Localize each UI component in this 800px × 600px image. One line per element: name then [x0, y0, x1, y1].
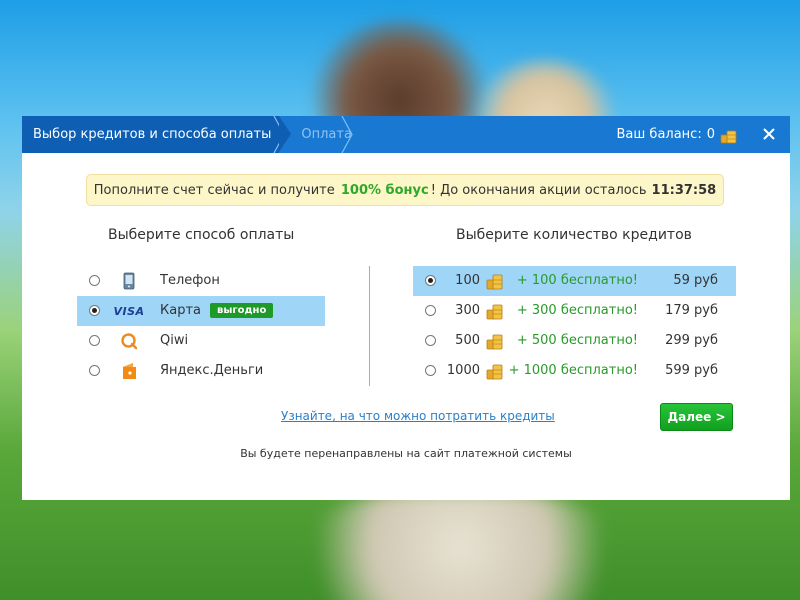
dialog-header: Выбор кредитов и способа оплаты Оплата В…: [22, 116, 790, 153]
coins-icon: [486, 304, 503, 320]
credit-bonus: + 100 бесплатно!: [516, 273, 638, 288]
credit-bonus: + 300 бесплатно!: [516, 303, 638, 318]
redirect-note: Вы будете перенаправлены на сайт платежн…: [240, 447, 572, 460]
payment-option-yandex-money[interactable]: Яндекс.Деньги: [77, 356, 325, 386]
payment-option-label: Карта: [160, 303, 201, 318]
background-photo-blur: [300, 490, 620, 600]
credit-price: 299 руб: [665, 333, 718, 348]
balance-value: 0: [706, 127, 715, 142]
payment-option-label: Qiwi: [160, 333, 189, 348]
promo-bonus: 100% бонус: [340, 182, 429, 198]
coins-icon: [486, 274, 503, 290]
balance-label: Ваш баланс:: [616, 127, 702, 142]
next-button[interactable]: Далее >: [660, 403, 733, 431]
credit-bonus: + 500 бесплатно!: [516, 333, 638, 348]
column-divider: [369, 266, 370, 386]
profitable-badge: выгодно: [210, 303, 274, 318]
credit-amount: 1000: [446, 363, 480, 378]
visa-brand-text: VISA: [113, 304, 145, 318]
coins-icon: [486, 364, 503, 380]
credit-price: 179 руб: [665, 303, 718, 318]
step-credits-and-payment: Выбор кредитов и способа оплаты: [22, 116, 292, 153]
credit-option[interactable]: 500 + 500 бесплатно! 299 руб: [413, 326, 736, 356]
payment-option-card[interactable]: VISA Карта выгодно: [77, 296, 325, 326]
credit-price: 599 руб: [665, 363, 718, 378]
step-active-label: Выбор кредитов и способа оплаты: [33, 127, 272, 142]
coins-icon: [720, 130, 737, 143]
radio-button[interactable]: [89, 305, 100, 316]
credit-amount: 300: [455, 303, 480, 318]
radio-button[interactable]: [89, 365, 100, 376]
credits-amount-title: Выберите количество кредитов: [456, 227, 692, 243]
close-icon[interactable]: [760, 125, 778, 143]
payment-dialog: Выбор кредитов и способа оплаты Оплата В…: [22, 116, 790, 500]
credit-amount: 100: [455, 273, 480, 288]
payment-option-label: Телефон: [160, 273, 220, 288]
payment-method-title: Выберите способ оплаты: [108, 227, 295, 243]
phone-icon: [117, 271, 141, 291]
coins-icon: [486, 334, 503, 350]
promo-text-after: ! До окончания акции осталось: [430, 182, 647, 198]
radio-button[interactable]: [425, 275, 436, 286]
radio-button[interactable]: [89, 275, 100, 286]
yandex-money-icon: [117, 361, 141, 381]
qiwi-icon: [117, 331, 141, 351]
credit-option[interactable]: 1000 + 1000 бесплатно! 599 руб: [413, 356, 736, 386]
radio-button[interactable]: [425, 305, 436, 316]
learn-credits-link[interactable]: Узнайте, на что можно потратить кредиты: [281, 409, 555, 423]
credit-bonus: + 1000 бесплатно!: [508, 363, 638, 378]
credit-option[interactable]: 300 + 300 бесплатно! 179 руб: [413, 296, 736, 326]
promo-banner: Пополните счет сейчас и получите 100% бо…: [86, 174, 724, 206]
radio-button[interactable]: [89, 335, 100, 346]
promo-text-before: Пополните счет сейчас и получите: [93, 182, 335, 198]
payment-option-label: Яндекс.Деньги: [160, 363, 264, 378]
credit-price: 59 руб: [673, 273, 718, 288]
payment-option-qiwi[interactable]: Qiwi: [77, 326, 325, 356]
credit-amount: 500: [455, 333, 480, 348]
radio-button[interactable]: [425, 365, 436, 376]
visa-icon: VISA: [113, 301, 144, 321]
credit-option[interactable]: 100 + 100 бесплатно! 59 руб: [413, 266, 736, 296]
promo-timer: 11:37:58: [651, 182, 717, 198]
payment-option-phone[interactable]: Телефон: [77, 266, 325, 296]
breadcrumb-chevron-icon: [341, 116, 353, 153]
balance: Ваш баланс: 0: [617, 116, 738, 153]
radio-button[interactable]: [425, 335, 436, 346]
